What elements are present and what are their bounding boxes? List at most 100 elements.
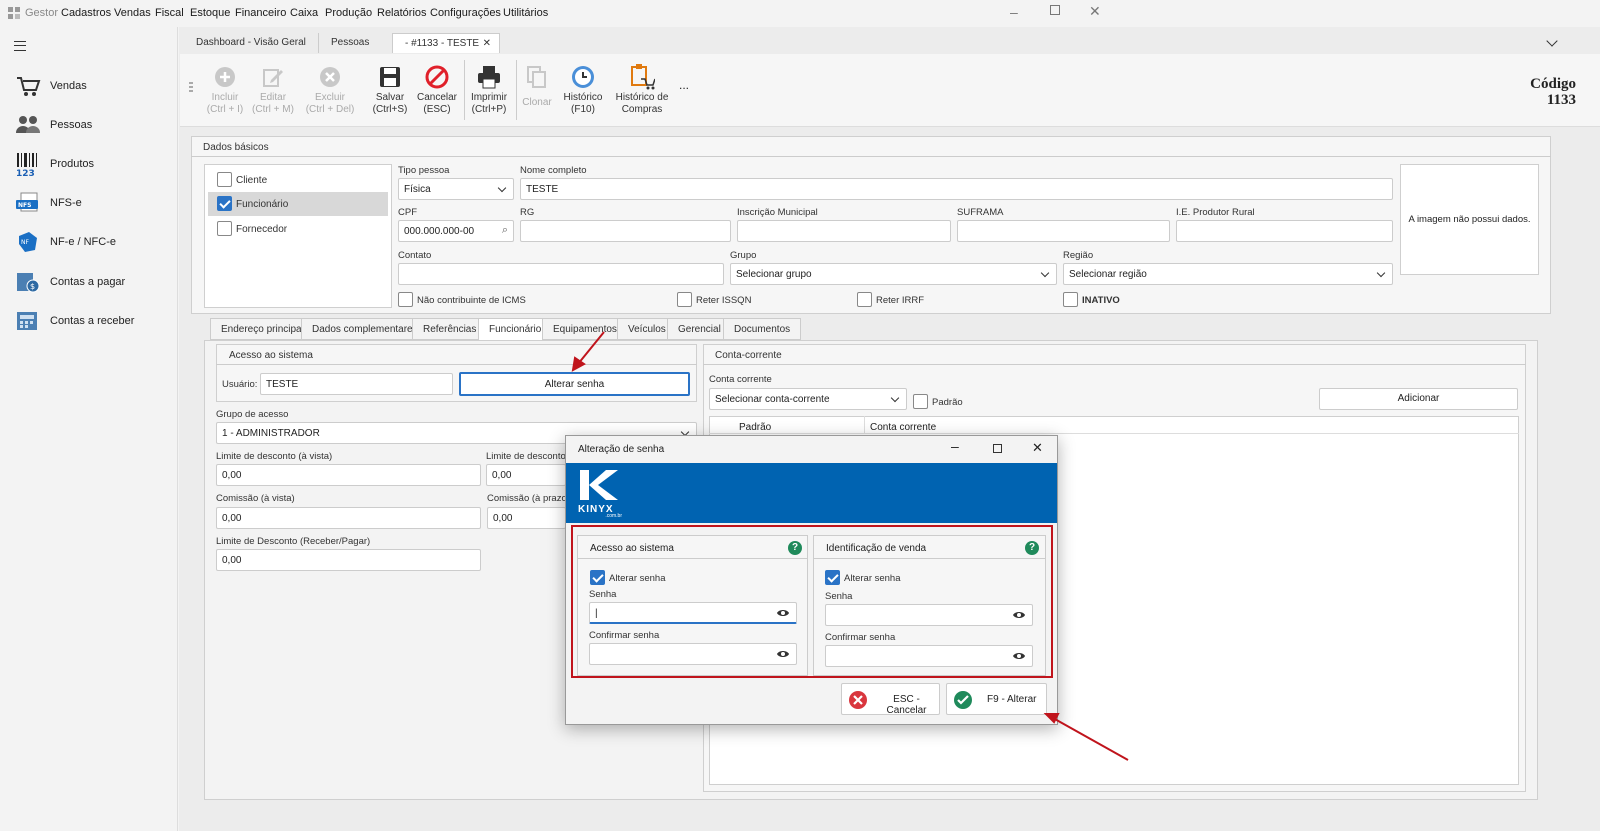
- historico-button[interactable]: Histórico (F10): [555, 62, 611, 116]
- tipo-pessoa-select[interactable]: Física: [398, 178, 514, 200]
- tab-endereco-principal[interactable]: Endereço principal: [210, 318, 315, 340]
- inativo-checkbox[interactable]: [1063, 292, 1078, 307]
- nome-input[interactable]: TESTE: [520, 178, 1393, 200]
- grid-header: Padrão Conta corrente: [709, 416, 1519, 434]
- rg-input[interactable]: [520, 220, 731, 242]
- photo-empty-text: A imagem não possui dados.: [1408, 214, 1531, 225]
- inscricao-municipal-input[interactable]: [737, 220, 951, 242]
- menu-relatorios[interactable]: Relatórios: [377, 7, 427, 19]
- tab-pessoas[interactable]: Pessoas: [318, 33, 381, 53]
- eye-icon[interactable]: [776, 649, 790, 659]
- nfse-icon: NFS: [14, 190, 42, 216]
- nome-label: Nome completo: [520, 165, 587, 176]
- more-options-button[interactable]: ...: [679, 78, 689, 92]
- ie-produtor-input[interactable]: [1176, 220, 1393, 242]
- app-grid-icon: [8, 7, 20, 19]
- grupo-select[interactable]: Selecionar grupo: [730, 263, 1057, 285]
- sidebar-item-nfse[interactable]: NFS NFS-e: [14, 188, 82, 218]
- menu-financeiro[interactable]: Financeiro: [235, 7, 286, 19]
- photo-box[interactable]: A imagem não possui dados.: [1400, 164, 1539, 275]
- restore-icon[interactable]: [1050, 5, 1060, 15]
- dialog-banner: KINYX .com.br: [566, 463, 1057, 523]
- menu-utilitarios[interactable]: Utilitários: [503, 7, 548, 19]
- help-icon[interactable]: ?: [788, 541, 802, 555]
- funcionario-checkbox[interactable]: [217, 196, 232, 211]
- dlg-confirmar-input[interactable]: [589, 643, 797, 665]
- dialog-minimize-icon[interactable]: –: [951, 438, 959, 454]
- dlg-ident-confirmar-input[interactable]: [825, 645, 1033, 667]
- sidebar-item-contas-receber[interactable]: Contas a receber: [14, 306, 134, 336]
- contato-input[interactable]: [398, 263, 724, 285]
- menu-estoque[interactable]: Estoque: [190, 7, 230, 19]
- historico-compras-label: Histórico de: [615, 92, 669, 103]
- eye-icon[interactable]: [1012, 610, 1026, 620]
- menu-cadastros[interactable]: Cadastros: [61, 7, 111, 19]
- editar-button[interactable]: Editar (Ctrl + M): [245, 62, 301, 116]
- issqn-checkbox[interactable]: [677, 292, 692, 307]
- minimize-icon[interactable]: –: [1010, 4, 1018, 20]
- editar-label: Editar: [259, 92, 287, 103]
- svg-text:123: 123: [16, 169, 35, 177]
- historico-compras-label2: Compras: [621, 104, 663, 115]
- hamburger-icon[interactable]: [14, 41, 26, 51]
- search-icon[interactable]: ⌕: [502, 224, 508, 237]
- limite-receber-input[interactable]: 0,00: [216, 549, 481, 571]
- tab-dados-complementares[interactable]: Dados complementares: [301, 318, 429, 340]
- eye-icon[interactable]: [1012, 651, 1026, 661]
- sidebar-item-pessoas[interactable]: Pessoas: [14, 110, 92, 140]
- menu-caixa[interactable]: Caixa: [290, 7, 318, 19]
- receivable-icon: [14, 308, 42, 334]
- tab-close-icon[interactable]: ✕: [483, 38, 491, 49]
- padrao-checkbox[interactable]: [913, 394, 928, 409]
- tab-documentos[interactable]: Documentos: [723, 318, 802, 340]
- comissao-prazo-input[interactable]: 0,00: [487, 507, 566, 529]
- historico-compras-button[interactable]: Histórico de Compras: [612, 62, 672, 116]
- tab-dashboard[interactable]: Dashboard - Visão Geral: [184, 33, 318, 53]
- menu-producao[interactable]: Produção: [325, 7, 372, 19]
- menu-fiscal[interactable]: Fiscal: [155, 7, 184, 19]
- alterar-senha-button[interactable]: Alterar senha: [459, 372, 690, 396]
- limite-vista-input[interactable]: 0,00: [216, 464, 481, 486]
- adicionar-button[interactable]: Adicionar: [1319, 388, 1518, 410]
- sidebar-item-nfe[interactable]: NF NF-e / NFC-e: [14, 227, 116, 257]
- help-icon[interactable]: ?: [1025, 541, 1039, 555]
- irrf-checkbox[interactable]: [857, 292, 872, 307]
- menu-configuracoes[interactable]: Configurações: [430, 7, 501, 19]
- dialog-close-icon[interactable]: ✕: [1032, 440, 1043, 456]
- regiao-select[interactable]: Selecionar região: [1063, 263, 1393, 285]
- sidebar-item-produtos[interactable]: 123 Produtos: [14, 149, 94, 179]
- close-icon[interactable]: ✕: [1089, 3, 1101, 20]
- dlg-ident-senha-input[interactable]: [825, 604, 1033, 626]
- tab-cadastro-1133[interactable]: - #1133 - TESTE ✕: [392, 33, 500, 53]
- conta-corrente-label: Conta corrente: [709, 374, 772, 385]
- f9-alterar-button[interactable]: F9 - Alterar: [946, 683, 1047, 715]
- sidebar-item-vendas[interactable]: Vendas: [14, 71, 87, 101]
- tab-referencias[interactable]: Referências: [412, 318, 488, 340]
- cancel-icon: [409, 62, 465, 92]
- dlg-senha-input[interactable]: |: [589, 602, 797, 624]
- dlg-acesso-alterar-checkbox[interactable]: [590, 570, 605, 585]
- menu-bar: Gestor Cadastros Vendas Fiscal Estoque F…: [0, 0, 1600, 26]
- eye-icon[interactable]: [776, 608, 790, 618]
- cliente-checkbox[interactable]: [217, 172, 232, 187]
- dlg-ident-alterar-checkbox[interactable]: [825, 570, 840, 585]
- icms-checkbox[interactable]: [398, 292, 413, 307]
- dialog-maximize-icon[interactable]: [993, 444, 1002, 453]
- sidebar-item-contas-pagar[interactable]: $ Contas a pagar: [14, 267, 125, 297]
- cancelar-button[interactable]: Cancelar (ESC): [409, 62, 465, 116]
- fornecedor-checkbox[interactable]: [217, 221, 232, 236]
- excluir-button[interactable]: Excluir (Ctrl + Del): [302, 62, 358, 116]
- limite-receber-label: Limite de Desconto (Receber/Pagar): [216, 536, 371, 547]
- conta-corrente-select[interactable]: Selecionar conta-corrente: [709, 388, 907, 410]
- tab-equipamentos[interactable]: Equipamentos: [542, 318, 628, 340]
- limite-prazo-input[interactable]: 0,00: [486, 464, 566, 486]
- toolbar-grip-icon[interactable]: [189, 82, 193, 94]
- col-padrao-header[interactable]: Padrão: [739, 422, 771, 433]
- suframa-input[interactable]: [957, 220, 1170, 242]
- menu-vendas[interactable]: Vendas: [114, 7, 151, 19]
- comissao-vista-input[interactable]: 0,00: [216, 507, 481, 529]
- col-conta-header[interactable]: Conta corrente: [870, 422, 936, 433]
- cpf-input[interactable]: 000.000.000-00 ⌕: [398, 220, 514, 242]
- esc-cancelar-button[interactable]: ESC - Cancelar: [841, 683, 940, 716]
- usuario-input[interactable]: TESTE: [260, 373, 453, 395]
